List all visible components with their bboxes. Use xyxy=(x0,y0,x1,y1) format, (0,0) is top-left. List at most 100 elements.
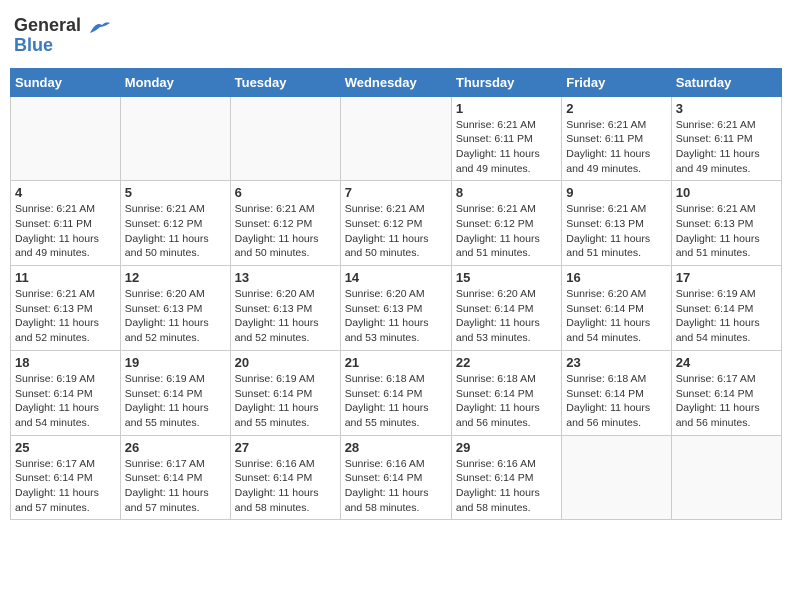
day-info: Sunrise: 6:21 AM Sunset: 6:12 PM Dayligh… xyxy=(456,202,557,261)
calendar-cell: 27 Sunrise: 6:16 AM Sunset: 6:14 PM Dayli… xyxy=(230,435,340,520)
day-number: 7 xyxy=(345,185,447,200)
calendar-cell xyxy=(562,435,671,520)
day-number: 14 xyxy=(345,270,447,285)
day-info: Sunrise: 6:21 AM Sunset: 6:12 PM Dayligh… xyxy=(125,202,226,261)
day-number: 5 xyxy=(125,185,226,200)
logo-blue-text: Blue xyxy=(14,36,110,56)
calendar-header-monday: Monday xyxy=(120,68,230,96)
calendar-week-5: 25 Sunrise: 6:17 AM Sunset: 6:14 PM Dayli… xyxy=(11,435,782,520)
calendar-cell: 14 Sunrise: 6:20 AM Sunset: 6:13 PM Dayli… xyxy=(340,266,451,351)
calendar-cell: 7 Sunrise: 6:21 AM Sunset: 6:12 PM Daylig… xyxy=(340,181,451,266)
day-number: 24 xyxy=(676,355,777,370)
day-info: Sunrise: 6:18 AM Sunset: 6:14 PM Dayligh… xyxy=(345,372,447,431)
calendar-cell: 21 Sunrise: 6:18 AM Sunset: 6:14 PM Dayli… xyxy=(340,350,451,435)
day-number: 3 xyxy=(676,101,777,116)
day-info: Sunrise: 6:16 AM Sunset: 6:14 PM Dayligh… xyxy=(456,457,557,516)
calendar-header-friday: Friday xyxy=(562,68,671,96)
calendar-cell xyxy=(671,435,781,520)
day-number: 10 xyxy=(676,185,777,200)
day-number: 16 xyxy=(566,270,666,285)
calendar-cell: 12 Sunrise: 6:20 AM Sunset: 6:13 PM Dayli… xyxy=(120,266,230,351)
day-number: 25 xyxy=(15,440,116,455)
calendar-cell: 11 Sunrise: 6:21 AM Sunset: 6:13 PM Dayli… xyxy=(11,266,121,351)
day-number: 11 xyxy=(15,270,116,285)
day-number: 26 xyxy=(125,440,226,455)
logo-general-text: General xyxy=(14,16,110,36)
calendar-cell: 23 Sunrise: 6:18 AM Sunset: 6:14 PM Dayli… xyxy=(562,350,671,435)
calendar-cell: 20 Sunrise: 6:19 AM Sunset: 6:14 PM Dayli… xyxy=(230,350,340,435)
day-info: Sunrise: 6:16 AM Sunset: 6:14 PM Dayligh… xyxy=(235,457,336,516)
day-info: Sunrise: 6:21 AM Sunset: 6:11 PM Dayligh… xyxy=(676,118,777,177)
day-number: 8 xyxy=(456,185,557,200)
day-number: 17 xyxy=(676,270,777,285)
day-info: Sunrise: 6:19 AM Sunset: 6:14 PM Dayligh… xyxy=(235,372,336,431)
day-number: 19 xyxy=(125,355,226,370)
calendar-cell: 18 Sunrise: 6:19 AM Sunset: 6:14 PM Dayli… xyxy=(11,350,121,435)
day-info: Sunrise: 6:19 AM Sunset: 6:14 PM Dayligh… xyxy=(15,372,116,431)
calendar-cell: 2 Sunrise: 6:21 AM Sunset: 6:11 PM Daylig… xyxy=(562,96,671,181)
day-number: 2 xyxy=(566,101,666,116)
day-number: 29 xyxy=(456,440,557,455)
day-number: 4 xyxy=(15,185,116,200)
calendar-cell: 13 Sunrise: 6:20 AM Sunset: 6:13 PM Dayli… xyxy=(230,266,340,351)
day-info: Sunrise: 6:16 AM Sunset: 6:14 PM Dayligh… xyxy=(345,457,447,516)
day-info: Sunrise: 6:21 AM Sunset: 6:11 PM Dayligh… xyxy=(15,202,116,261)
logo-bird-icon xyxy=(88,19,110,35)
calendar-week-2: 4 Sunrise: 6:21 AM Sunset: 6:11 PM Daylig… xyxy=(11,181,782,266)
day-number: 18 xyxy=(15,355,116,370)
calendar-cell: 28Sunrise: 6:16 AM Sunset: 6:14 PM Dayli… xyxy=(340,435,451,520)
calendar-header-wednesday: Wednesday xyxy=(340,68,451,96)
day-info: Sunrise: 6:21 AM Sunset: 6:12 PM Dayligh… xyxy=(345,202,447,261)
calendar-cell: 16 Sunrise: 6:20 AM Sunset: 6:14 PM Dayli… xyxy=(562,266,671,351)
day-info: Sunrise: 6:17 AM Sunset: 6:14 PM Dayligh… xyxy=(676,372,777,431)
day-info: Sunrise: 6:20 AM Sunset: 6:13 PM Dayligh… xyxy=(235,287,336,346)
calendar-table: SundayMondayTuesdayWednesdayThursdayFrid… xyxy=(10,68,782,521)
calendar-week-3: 11 Sunrise: 6:21 AM Sunset: 6:13 PM Dayli… xyxy=(11,266,782,351)
day-number: 20 xyxy=(235,355,336,370)
calendar-cell: 4 Sunrise: 6:21 AM Sunset: 6:11 PM Daylig… xyxy=(11,181,121,266)
calendar-cell xyxy=(340,96,451,181)
day-info: Sunrise: 6:21 AM Sunset: 6:11 PM Dayligh… xyxy=(566,118,666,177)
day-info: Sunrise: 6:20 AM Sunset: 6:14 PM Dayligh… xyxy=(566,287,666,346)
day-info: Sunrise: 6:20 AM Sunset: 6:14 PM Dayligh… xyxy=(456,287,557,346)
calendar-cell: 19 Sunrise: 6:19 AM Sunset: 6:14 PM Dayli… xyxy=(120,350,230,435)
calendar-cell: 10 Sunrise: 6:21 AM Sunset: 6:13 PM Dayli… xyxy=(671,181,781,266)
day-info: Sunrise: 6:19 AM Sunset: 6:14 PM Dayligh… xyxy=(676,287,777,346)
day-info: Sunrise: 6:19 AM Sunset: 6:14 PM Dayligh… xyxy=(125,372,226,431)
calendar-cell: 22 Sunrise: 6:18 AM Sunset: 6:14 PM Dayli… xyxy=(451,350,561,435)
calendar-cell: 24 Sunrise: 6:17 AM Sunset: 6:14 PM Dayli… xyxy=(671,350,781,435)
calendar-cell: 15 Sunrise: 6:20 AM Sunset: 6:14 PM Dayli… xyxy=(451,266,561,351)
calendar-header-saturday: Saturday xyxy=(671,68,781,96)
day-info: Sunrise: 6:18 AM Sunset: 6:14 PM Dayligh… xyxy=(456,372,557,431)
calendar-cell: 3 Sunrise: 6:21 AM Sunset: 6:11 PM Daylig… xyxy=(671,96,781,181)
day-info: Sunrise: 6:21 AM Sunset: 6:13 PM Dayligh… xyxy=(15,287,116,346)
calendar-header-row: SundayMondayTuesdayWednesdayThursdayFrid… xyxy=(11,68,782,96)
logo: General Blue xyxy=(14,16,110,56)
day-number: 13 xyxy=(235,270,336,285)
day-info: Sunrise: 6:18 AM Sunset: 6:14 PM Dayligh… xyxy=(566,372,666,431)
calendar-cell: 1Sunrise: 6:21 AM Sunset: 6:11 PM Daylig… xyxy=(451,96,561,181)
calendar-cell: 5 Sunrise: 6:21 AM Sunset: 6:12 PM Daylig… xyxy=(120,181,230,266)
day-info: Sunrise: 6:21 AM Sunset: 6:12 PM Dayligh… xyxy=(235,202,336,261)
calendar-cell xyxy=(11,96,121,181)
day-number: 23 xyxy=(566,355,666,370)
calendar-week-1: 1Sunrise: 6:21 AM Sunset: 6:11 PM Daylig… xyxy=(11,96,782,181)
calendar-cell: 25 Sunrise: 6:17 AM Sunset: 6:14 PM Dayli… xyxy=(11,435,121,520)
day-info: Sunrise: 6:21 AM Sunset: 6:11 PM Dayligh… xyxy=(456,118,557,177)
day-info: Sunrise: 6:20 AM Sunset: 6:13 PM Dayligh… xyxy=(125,287,226,346)
day-number: 22 xyxy=(456,355,557,370)
calendar-week-4: 18 Sunrise: 6:19 AM Sunset: 6:14 PM Dayli… xyxy=(11,350,782,435)
calendar-cell: 17 Sunrise: 6:19 AM Sunset: 6:14 PM Dayli… xyxy=(671,266,781,351)
day-info: Sunrise: 6:17 AM Sunset: 6:14 PM Dayligh… xyxy=(125,457,226,516)
day-number: 6 xyxy=(235,185,336,200)
day-info: Sunrise: 6:21 AM Sunset: 6:13 PM Dayligh… xyxy=(566,202,666,261)
page-header: General Blue xyxy=(10,10,782,62)
day-info: Sunrise: 6:17 AM Sunset: 6:14 PM Dayligh… xyxy=(15,457,116,516)
day-info: Sunrise: 6:21 AM Sunset: 6:13 PM Dayligh… xyxy=(676,202,777,261)
day-number: 12 xyxy=(125,270,226,285)
day-number: 21 xyxy=(345,355,447,370)
day-number: 15 xyxy=(456,270,557,285)
day-info: Sunrise: 6:20 AM Sunset: 6:13 PM Dayligh… xyxy=(345,287,447,346)
day-number: 9 xyxy=(566,185,666,200)
day-number: 27 xyxy=(235,440,336,455)
